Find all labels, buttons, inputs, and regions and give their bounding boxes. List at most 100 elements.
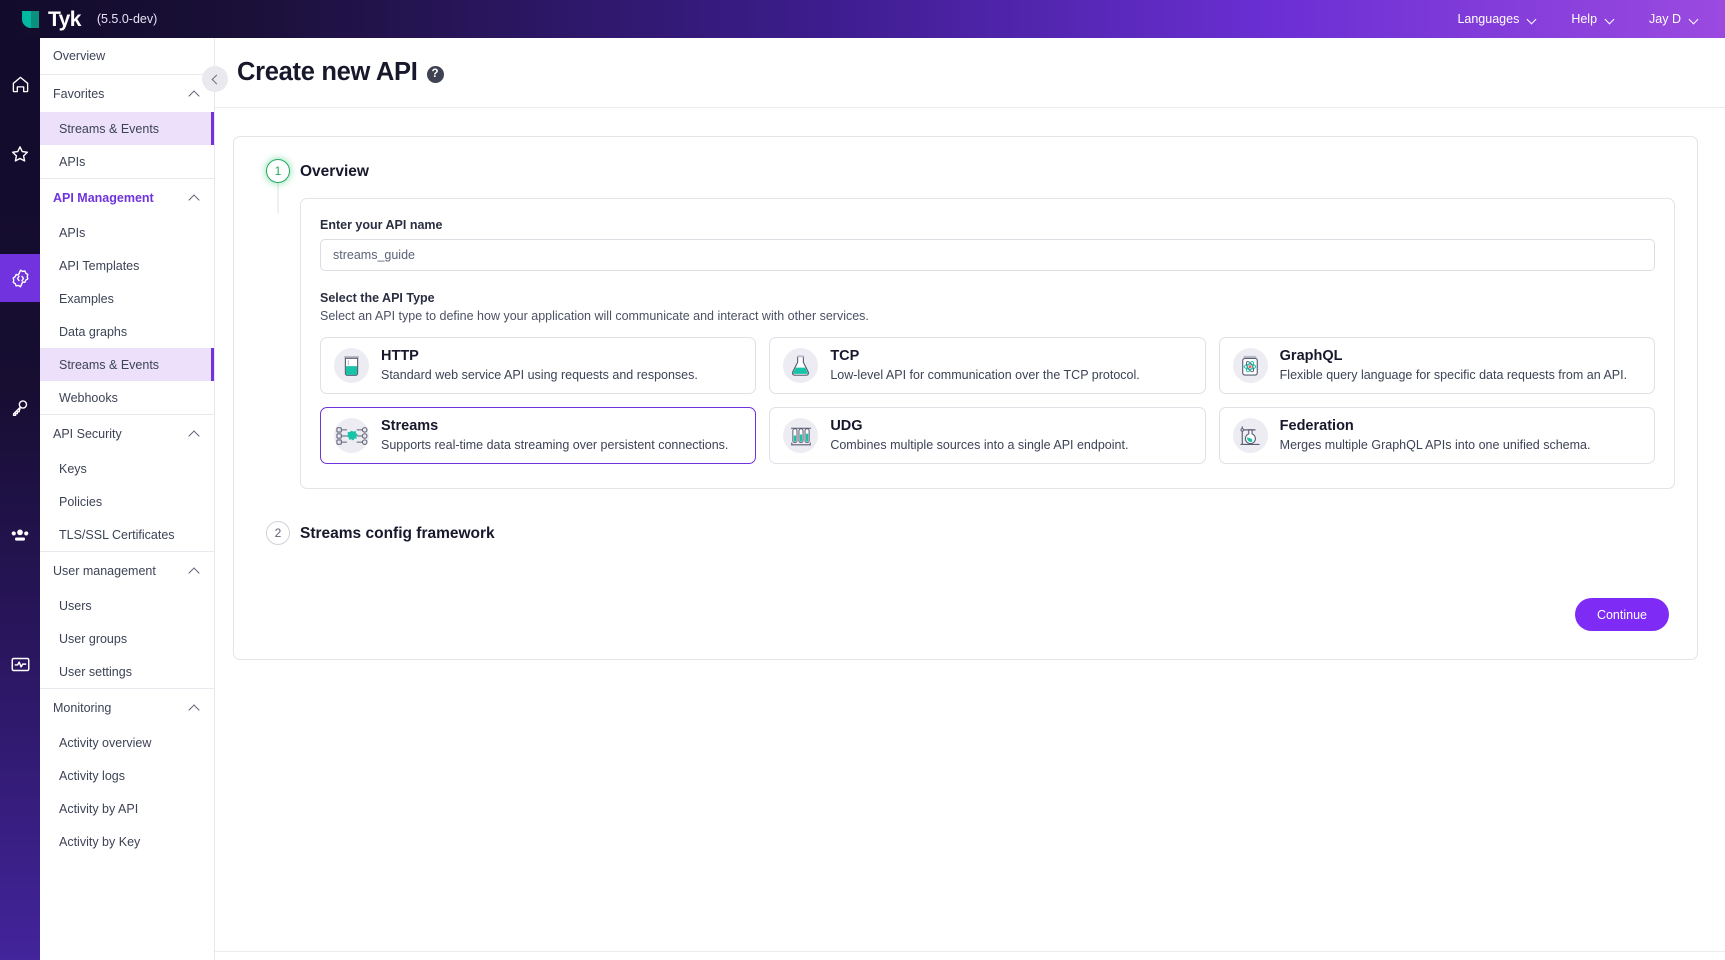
api-type-subtitle: Select an API type to define how your ap… — [320, 309, 1655, 323]
sidebar-item-label: Users — [59, 599, 92, 613]
sidebar-item-webhooks[interactable]: Webhooks — [40, 381, 214, 414]
sidebar-item-label: Activity by API — [59, 802, 138, 816]
chevron-down-icon — [1528, 15, 1537, 24]
api-name-label: Enter your API name — [320, 218, 1655, 232]
continue-button[interactable]: Continue — [1575, 598, 1669, 631]
card-text: UDG Combines multiple sources into a sin… — [830, 418, 1128, 453]
api-type-card-tcp[interactable]: TCP Low-level API for communication over… — [769, 337, 1205, 394]
api-type-name: GraphQL — [1280, 348, 1627, 365]
sidebar-item-apis[interactable]: APIs — [40, 216, 214, 249]
sidebar-group-favorites-label: Favorites — [53, 87, 104, 101]
sidebar-item-overview[interactable]: Overview — [40, 38, 214, 74]
sidebar-item-label: API Templates — [59, 259, 139, 273]
sidebar-item-policies[interactable]: Policies — [40, 485, 214, 518]
app-version: (5.5.0-dev) — [97, 12, 157, 26]
users-icon — [9, 525, 31, 547]
brand-name: Tyk — [48, 9, 81, 30]
flask-icon — [790, 354, 811, 377]
card-icon-wrap — [334, 418, 369, 453]
overview-panel: Enter your API name Select the API Type … — [300, 198, 1675, 489]
sidebar-item-users[interactable]: Users — [40, 589, 214, 622]
card-icon-wrap — [1233, 348, 1268, 383]
step-1-body: Overview Enter your API name Select the … — [300, 159, 1675, 489]
page-title: Create new API — [237, 58, 418, 87]
brand-logo[interactable]: Tyk (5.5.0-dev) — [22, 9, 157, 30]
sidebar-item-activity-logs[interactable]: Activity logs — [40, 759, 214, 792]
sidebar-item-label: APIs — [59, 226, 85, 240]
top-bar: Tyk (5.5.0-dev) Languages Help Jay D — [0, 0, 1725, 38]
help-icon[interactable]: ? — [427, 66, 444, 83]
sidebar-item-api-templates[interactable]: API Templates — [40, 249, 214, 282]
api-type-title: Select the API Type — [320, 291, 1655, 305]
api-type-card-udg[interactable]: UDG Combines multiple sources into a sin… — [769, 407, 1205, 464]
page-header: Create new API ? — [215, 38, 1725, 108]
sidebar-item-activity-overview[interactable]: Activity overview — [40, 726, 214, 759]
sidebar-item-label: Activity logs — [59, 769, 125, 783]
step-2-badge: 2 — [266, 521, 290, 545]
sidebar-item-label: Activity by Key — [59, 835, 140, 849]
sidebar-group-monitoring[interactable]: Monitoring — [40, 689, 214, 726]
monitoring-icon — [10, 654, 31, 675]
rail-item-favorites[interactable] — [0, 130, 40, 178]
sidebar-collapse-button[interactable] — [202, 66, 228, 92]
sidebar-item-label: Examples — [59, 292, 114, 306]
sidebar-item-tls-ssl-certificates[interactable]: TLS/SSL Certificates — [40, 518, 214, 551]
sidebar-item-favorites-apis[interactable]: APIs — [40, 145, 214, 178]
api-type-card-graphql[interactable]: GraphQL Flexible query language for spec… — [1219, 337, 1655, 394]
rail-item-monitoring[interactable] — [0, 640, 40, 688]
sidebar-group-api-management-label: API Management — [53, 191, 154, 205]
wizard-canvas: 1 Overview Enter your API name Select th… — [215, 108, 1725, 660]
sidebar-item-label: Keys — [59, 462, 87, 476]
card-icon-wrap — [1233, 418, 1268, 453]
sidebar-item-examples[interactable]: Examples — [40, 282, 214, 315]
api-type-card-streams[interactable]: Streams Supports real-time data streamin… — [320, 407, 756, 464]
step-gutter: 1 — [256, 159, 300, 183]
chevron-down-icon — [1606, 15, 1615, 24]
card-text: GraphQL Flexible query language for spec… — [1280, 348, 1627, 383]
sidebar-item-user-settings[interactable]: User settings — [40, 655, 214, 688]
topnav-user-menu[interactable]: Jay D — [1649, 12, 1699, 26]
chevron-left-icon — [212, 74, 222, 84]
sidebar-item-label: User groups — [59, 632, 127, 646]
star-icon — [10, 144, 30, 164]
sidebar-item-activity-by-api[interactable]: Activity by API — [40, 792, 214, 825]
card-text: TCP Low-level API for communication over… — [830, 348, 1139, 383]
topnav-languages[interactable]: Languages — [1457, 12, 1537, 26]
topnav-user-label: Jay D — [1649, 12, 1681, 26]
sidebar: Overview Favorites Streams & Events APIs… — [40, 38, 215, 960]
rail-item-api-security[interactable] — [0, 384, 40, 432]
wizard-actions: Continue — [256, 598, 1675, 631]
sidebar-group-api-security[interactable]: API Security — [40, 415, 214, 452]
step-2-body: Streams config framework — [300, 521, 1675, 546]
sidebar-item-user-groups[interactable]: User groups — [40, 622, 214, 655]
sidebar-group-api-management[interactable]: API Management — [40, 179, 214, 216]
sidebar-item-activity-by-key[interactable]: Activity by Key — [40, 825, 214, 858]
chevron-up-icon — [190, 90, 200, 98]
sidebar-item-label: Data graphs — [59, 325, 127, 339]
chevron-up-icon — [190, 430, 200, 438]
sidebar-item-label: Streams & Events — [59, 358, 159, 372]
api-name-input[interactable] — [320, 239, 1655, 271]
main-content: Create new API ? 1 Overview Enter your A… — [215, 38, 1725, 960]
sidebar-item-data-graphs[interactable]: Data graphs — [40, 315, 214, 348]
api-type-card-http[interactable]: HTTP Standard web service API using requ… — [320, 337, 756, 394]
rail-item-user-management[interactable] — [0, 512, 40, 560]
sidebar-group-favorites[interactable]: Favorites — [40, 75, 214, 112]
step-2-title: Streams config framework — [300, 522, 1675, 546]
api-type-card-federation[interactable]: Federation Merges multiple GraphQL APIs … — [1219, 407, 1655, 464]
sidebar-item-keys[interactable]: Keys — [40, 452, 214, 485]
api-type-desc: Standard web service API using requests … — [381, 367, 698, 383]
topnav-help[interactable]: Help — [1571, 12, 1615, 26]
sidebar-item-favorites-streams-events[interactable]: Streams & Events — [40, 112, 214, 145]
rail-item-home[interactable] — [0, 60, 40, 108]
api-type-name: Streams — [381, 418, 728, 435]
sidebar-item-label: APIs — [59, 155, 85, 169]
wizard-step-streams-config: 2 Streams config framework — [256, 521, 1675, 546]
step-1-title: Overview — [300, 160, 1675, 184]
sidebar-group-user-management[interactable]: User management — [40, 552, 214, 589]
sidebar-item-streams-events[interactable]: Streams & Events — [40, 348, 214, 381]
tyk-logo-icon — [22, 11, 39, 28]
sidebar-group-monitoring-label: Monitoring — [53, 701, 111, 715]
rail-item-api-management[interactable] — [0, 254, 40, 302]
icon-rail — [0, 38, 40, 960]
